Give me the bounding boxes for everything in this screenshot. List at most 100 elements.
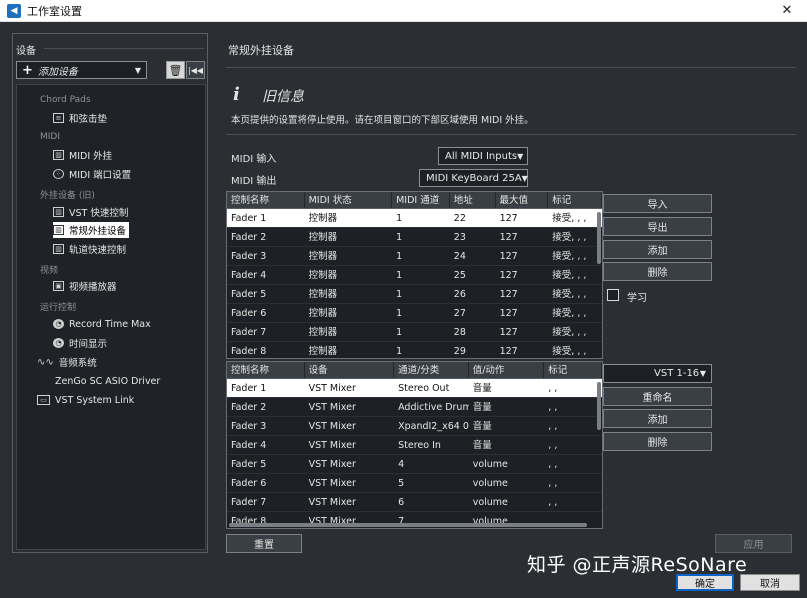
rename-button[interactable]: 重命名: [603, 387, 712, 406]
table-cell: 控制器: [308, 308, 338, 319]
devices-label: 设备: [16, 46, 36, 57]
table-cell: Fader 7: [231, 327, 267, 338]
midi-controller-table: 控制名称 MIDI 状态 MIDI 通道 地址 最大值 标记 Fader 1 控制…: [226, 191, 603, 359]
column-header[interactable]: MIDI 状态: [305, 192, 393, 208]
table-cell: 控制器: [308, 289, 338, 300]
tree-item-vst-quick-controls[interactable]: ▥ VST 快速控制: [53, 204, 128, 220]
tree-item-vst-system-link[interactable]: ▭ VST System Link: [37, 392, 134, 408]
column-header[interactable]: 地址: [450, 192, 496, 208]
table-row[interactable]: Fader 5 VST Mixer 4 volume , ,: [227, 455, 602, 474]
table-cell: 接受, , ,: [552, 251, 587, 262]
table-cell: 29: [453, 346, 466, 357]
column-header[interactable]: 控制名称: [227, 192, 305, 208]
table-row[interactable]: Fader 2 控制器 1 23 127 接受, , ,: [227, 228, 602, 247]
table-row[interactable]: Fader 2 VST Mixer Addictive Drums音量 , ,: [227, 398, 602, 417]
add-device-dropdown[interactable]: + 添加设备 ▼: [16, 61, 147, 79]
table-cell: 127: [499, 308, 518, 319]
table-cell: 接受, , ,: [552, 346, 587, 357]
table-cell: 127: [499, 251, 518, 262]
learn-checkbox[interactable]: [607, 289, 619, 301]
table-cell: VST Mixer: [308, 497, 356, 508]
column-header[interactable]: 最大值: [496, 192, 549, 208]
column-header[interactable]: 标记: [544, 362, 602, 378]
table-cell: , ,: [548, 497, 558, 508]
table-cell: volume: [472, 478, 508, 489]
table-cell: Fader 5: [231, 459, 267, 470]
chevron-down-icon: ▼: [699, 369, 706, 378]
table-cell: Fader 4: [231, 440, 267, 451]
column-header[interactable]: 标记: [548, 192, 602, 208]
table-cell: , ,: [548, 478, 558, 489]
table-row[interactable]: Fader 4 控制器 1 25 127 接受, , ,: [227, 266, 602, 285]
table-cell: VST Mixer: [308, 459, 356, 470]
table-cell: 1: [396, 289, 403, 300]
tree-item-video-player[interactable]: ▣ 视频播放器: [53, 278, 117, 294]
table-cell: 5: [398, 478, 405, 489]
table-cell: Addictive Drums: [398, 402, 469, 413]
table-cell: 音量: [472, 440, 492, 451]
tree-item-midi-port[interactable]: ⁘ MIDI 端口设置: [53, 166, 131, 182]
column-header[interactable]: 值/动作: [469, 362, 545, 378]
table-cell: 28: [453, 327, 466, 338]
watermark: 知乎 @正声源ReSoNare: [527, 554, 748, 576]
table-row[interactable]: Fader 5 控制器 1 26 127 接受, , ,: [227, 285, 602, 304]
tree-item-asio-driver[interactable]: ZenGo SC ASIO Driver: [55, 373, 160, 389]
reset-button[interactable]: 重置: [226, 534, 302, 553]
table-row[interactable]: Fader 6 控制器 1 27 127 接受, , ,: [227, 304, 602, 323]
lower-table-scrollbar[interactable]: [597, 382, 601, 430]
tree-item-record-time-max[interactable]: ◔ Record Time Max: [53, 316, 151, 332]
table-row[interactable]: Fader 7 控制器 1 28 127 接受, , ,: [227, 323, 602, 342]
ok-button[interactable]: 确定: [676, 574, 734, 591]
column-header[interactable]: 设备: [305, 362, 395, 378]
tree-item-audio-system[interactable]: ∿∿ 音频系统: [37, 354, 97, 370]
table-row[interactable]: Fader 3 VST Mixer XpandI2_x64 01 音量 , ,: [227, 417, 602, 436]
table-header: 控制名称 MIDI 状态 MIDI 通道 地址 最大值 标记: [227, 192, 602, 209]
column-header[interactable]: 控制名称: [227, 362, 305, 378]
table-cell: Fader 3: [231, 251, 267, 262]
midi-input-dropdown[interactable]: All MIDI Inputs ▼: [438, 147, 528, 165]
table-cell: 127: [499, 213, 518, 224]
upper-table-scrollbar[interactable]: [597, 212, 601, 264]
tree-item-midi-remote[interactable]: ▥ MIDI 外挂: [53, 147, 112, 163]
tree-item-chord-pads[interactable]: ≡ 和弦击垫: [53, 110, 107, 126]
table-row[interactable]: Fader 1 VST Mixer Stereo Out 音量 , ,: [227, 379, 602, 398]
tree-item-track-quick-controls[interactable]: ▥ 轨道快速控制: [53, 241, 126, 257]
reset-device-icon[interactable]: |◀◀: [186, 61, 205, 79]
table-cell: 接受, , ,: [552, 232, 587, 243]
table-cell: 控制器: [308, 327, 338, 338]
device-tree: Chord Pads ≡ 和弦击垫 MIDI ▥ MIDI 外挂 ⁘ MIDI 端口设…: [16, 84, 206, 550]
table-row[interactable]: Fader 4 VST Mixer Stereo In 音量 , ,: [227, 436, 602, 455]
table-cell: 27: [453, 308, 466, 319]
clock-icon: ◔: [53, 338, 64, 348]
table-row[interactable]: Fader 1 控制器 1 22 127 接受, , ,: [227, 209, 602, 228]
table-cell: volume: [472, 459, 508, 470]
cancel-button[interactable]: 取消: [740, 574, 800, 591]
add-button[interactable]: 添加: [603, 240, 712, 259]
table-cell: 127: [499, 327, 518, 338]
midi-keyboard-icon: ▥: [53, 225, 64, 235]
table-row[interactable]: Fader 6 VST Mixer 5 volume , ,: [227, 474, 602, 493]
delete-button[interactable]: 删除: [603, 262, 712, 281]
table-cell: Stereo Out: [398, 383, 450, 394]
column-header[interactable]: MIDI 通道: [392, 192, 450, 208]
table-cell: Fader 3: [231, 421, 267, 432]
table-row[interactable]: Fader 3 控制器 1 24 127 接受, , ,: [227, 247, 602, 266]
table-cell: 1: [396, 270, 403, 281]
export-button[interactable]: 导出: [603, 217, 712, 236]
table-cell: 音量: [472, 402, 492, 413]
import-button[interactable]: 导入: [603, 194, 712, 213]
table-row[interactable]: Fader 8 控制器 1 29 127 接受, , ,: [227, 342, 602, 358]
trash-icon[interactable]: 🗑: [166, 61, 185, 79]
delete-button[interactable]: 删除: [603, 432, 712, 451]
add-button[interactable]: 添加: [603, 409, 712, 428]
table-cell: 控制器: [308, 232, 338, 243]
close-icon[interactable]: ✕: [767, 3, 807, 18]
table-cell: , ,: [548, 383, 558, 394]
tree-item-time-display[interactable]: ◔ 时间显示: [53, 335, 107, 351]
tree-item-generic-remote[interactable]: ▥ 常规外挂设备: [53, 222, 130, 238]
bank-dropdown[interactable]: VST 1-16 ▼: [603, 364, 712, 383]
lower-table-hscrollbar[interactable]: [229, 523, 587, 527]
column-header[interactable]: 通道/分类: [394, 362, 469, 378]
midi-output-dropdown[interactable]: MIDI KeyBoard 25A ▼: [419, 169, 528, 187]
table-row[interactable]: Fader 7 VST Mixer 6 volume , ,: [227, 493, 602, 512]
